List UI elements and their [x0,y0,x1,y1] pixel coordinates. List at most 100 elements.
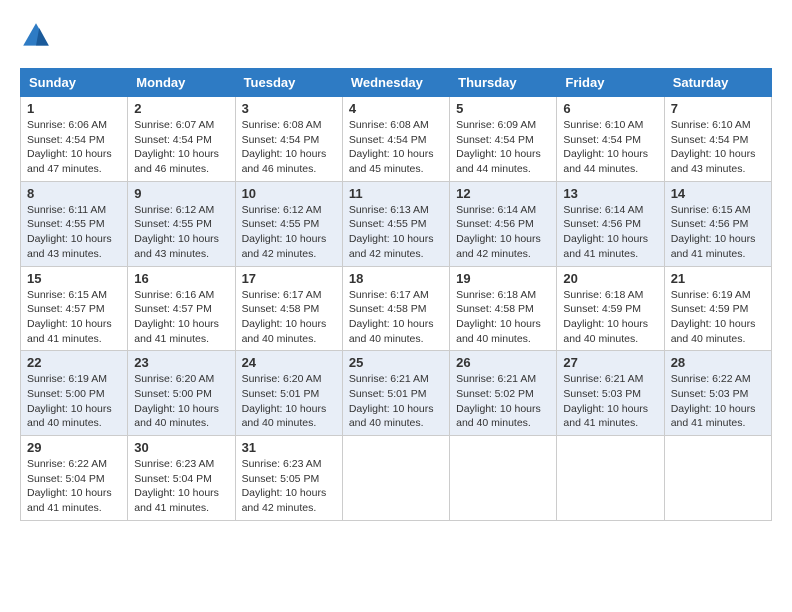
calendar-cell: 30 Sunrise: 6:23 AMSunset: 5:04 PMDaylig… [128,436,235,521]
day-number: 8 [27,186,121,201]
day-number: 10 [242,186,336,201]
calendar-week-row: 15 Sunrise: 6:15 AMSunset: 4:57 PMDaylig… [21,266,772,351]
day-info: Sunrise: 6:21 AMSunset: 5:03 PMDaylight:… [563,373,648,429]
day-number: 11 [349,186,443,201]
day-info: Sunrise: 6:15 AMSunset: 4:56 PMDaylight:… [671,204,756,260]
calendar-header-monday: Monday [128,69,235,97]
day-info: Sunrise: 6:14 AMSunset: 4:56 PMDaylight:… [563,204,648,260]
day-info: Sunrise: 6:19 AMSunset: 5:00 PMDaylight:… [27,373,112,429]
day-info: Sunrise: 6:17 AMSunset: 4:58 PMDaylight:… [242,289,327,345]
day-number: 22 [27,355,121,370]
calendar-cell: 18 Sunrise: 6:17 AMSunset: 4:58 PMDaylig… [342,266,449,351]
day-info: Sunrise: 6:06 AMSunset: 4:54 PMDaylight:… [27,119,112,175]
day-info: Sunrise: 6:08 AMSunset: 4:54 PMDaylight:… [349,119,434,175]
calendar-cell: 28 Sunrise: 6:22 AMSunset: 5:03 PMDaylig… [664,351,771,436]
calendar-cell: 8 Sunrise: 6:11 AMSunset: 4:55 PMDayligh… [21,181,128,266]
day-number: 19 [456,271,550,286]
day-info: Sunrise: 6:07 AMSunset: 4:54 PMDaylight:… [134,119,219,175]
day-info: Sunrise: 6:20 AMSunset: 5:00 PMDaylight:… [134,373,219,429]
calendar-cell: 21 Sunrise: 6:19 AMSunset: 4:59 PMDaylig… [664,266,771,351]
day-info: Sunrise: 6:10 AMSunset: 4:54 PMDaylight:… [671,119,756,175]
day-info: Sunrise: 6:23 AMSunset: 5:05 PMDaylight:… [242,458,327,514]
day-number: 7 [671,101,765,116]
day-number: 18 [349,271,443,286]
calendar-cell: 13 Sunrise: 6:14 AMSunset: 4:56 PMDaylig… [557,181,664,266]
day-info: Sunrise: 6:19 AMSunset: 4:59 PMDaylight:… [671,289,756,345]
day-number: 13 [563,186,657,201]
day-number: 2 [134,101,228,116]
day-info: Sunrise: 6:11 AMSunset: 4:55 PMDaylight:… [27,204,112,260]
calendar-cell [557,436,664,521]
page-header [20,20,772,52]
day-number: 25 [349,355,443,370]
day-number: 31 [242,440,336,455]
day-info: Sunrise: 6:10 AMSunset: 4:54 PMDaylight:… [563,119,648,175]
calendar-cell: 9 Sunrise: 6:12 AMSunset: 4:55 PMDayligh… [128,181,235,266]
calendar-week-row: 29 Sunrise: 6:22 AMSunset: 5:04 PMDaylig… [21,436,772,521]
day-info: Sunrise: 6:09 AMSunset: 4:54 PMDaylight:… [456,119,541,175]
calendar-cell: 17 Sunrise: 6:17 AMSunset: 4:58 PMDaylig… [235,266,342,351]
day-number: 30 [134,440,228,455]
day-number: 17 [242,271,336,286]
calendar-header-row: SundayMondayTuesdayWednesdayThursdayFrid… [21,69,772,97]
calendar-cell: 4 Sunrise: 6:08 AMSunset: 4:54 PMDayligh… [342,97,449,182]
calendar-cell [342,436,449,521]
calendar-cell: 2 Sunrise: 6:07 AMSunset: 4:54 PMDayligh… [128,97,235,182]
calendar-cell: 3 Sunrise: 6:08 AMSunset: 4:54 PMDayligh… [235,97,342,182]
day-number: 20 [563,271,657,286]
day-info: Sunrise: 6:17 AMSunset: 4:58 PMDaylight:… [349,289,434,345]
day-info: Sunrise: 6:18 AMSunset: 4:59 PMDaylight:… [563,289,648,345]
day-info: Sunrise: 6:12 AMSunset: 4:55 PMDaylight:… [242,204,327,260]
calendar-cell: 22 Sunrise: 6:19 AMSunset: 5:00 PMDaylig… [21,351,128,436]
calendar-header-saturday: Saturday [664,69,771,97]
calendar-cell: 25 Sunrise: 6:21 AMSunset: 5:01 PMDaylig… [342,351,449,436]
day-info: Sunrise: 6:21 AMSunset: 5:01 PMDaylight:… [349,373,434,429]
day-info: Sunrise: 6:16 AMSunset: 4:57 PMDaylight:… [134,289,219,345]
calendar-cell: 14 Sunrise: 6:15 AMSunset: 4:56 PMDaylig… [664,181,771,266]
calendar-cell: 24 Sunrise: 6:20 AMSunset: 5:01 PMDaylig… [235,351,342,436]
day-number: 5 [456,101,550,116]
calendar-cell: 26 Sunrise: 6:21 AMSunset: 5:02 PMDaylig… [450,351,557,436]
calendar-cell: 7 Sunrise: 6:10 AMSunset: 4:54 PMDayligh… [664,97,771,182]
calendar-cell: 10 Sunrise: 6:12 AMSunset: 4:55 PMDaylig… [235,181,342,266]
day-number: 24 [242,355,336,370]
calendar-header-sunday: Sunday [21,69,128,97]
calendar-cell: 12 Sunrise: 6:14 AMSunset: 4:56 PMDaylig… [450,181,557,266]
calendar-header-wednesday: Wednesday [342,69,449,97]
logo [20,20,58,52]
calendar-cell: 15 Sunrise: 6:15 AMSunset: 4:57 PMDaylig… [21,266,128,351]
day-info: Sunrise: 6:15 AMSunset: 4:57 PMDaylight:… [27,289,112,345]
calendar-cell: 6 Sunrise: 6:10 AMSunset: 4:54 PMDayligh… [557,97,664,182]
day-info: Sunrise: 6:18 AMSunset: 4:58 PMDaylight:… [456,289,541,345]
day-number: 29 [27,440,121,455]
day-info: Sunrise: 6:23 AMSunset: 5:04 PMDaylight:… [134,458,219,514]
calendar-header-friday: Friday [557,69,664,97]
day-info: Sunrise: 6:08 AMSunset: 4:54 PMDaylight:… [242,119,327,175]
day-info: Sunrise: 6:21 AMSunset: 5:02 PMDaylight:… [456,373,541,429]
logo-icon [20,20,52,52]
calendar-cell: 1 Sunrise: 6:06 AMSunset: 4:54 PMDayligh… [21,97,128,182]
calendar-cell [664,436,771,521]
day-number: 15 [27,271,121,286]
day-info: Sunrise: 6:20 AMSunset: 5:01 PMDaylight:… [242,373,327,429]
calendar-cell: 16 Sunrise: 6:16 AMSunset: 4:57 PMDaylig… [128,266,235,351]
calendar-week-row: 1 Sunrise: 6:06 AMSunset: 4:54 PMDayligh… [21,97,772,182]
day-number: 21 [671,271,765,286]
day-number: 9 [134,186,228,201]
day-info: Sunrise: 6:22 AMSunset: 5:04 PMDaylight:… [27,458,112,514]
calendar-header-thursday: Thursday [450,69,557,97]
calendar-cell: 31 Sunrise: 6:23 AMSunset: 5:05 PMDaylig… [235,436,342,521]
calendar-cell [450,436,557,521]
day-number: 6 [563,101,657,116]
calendar-cell: 20 Sunrise: 6:18 AMSunset: 4:59 PMDaylig… [557,266,664,351]
day-number: 26 [456,355,550,370]
calendar-cell: 27 Sunrise: 6:21 AMSunset: 5:03 PMDaylig… [557,351,664,436]
day-number: 1 [27,101,121,116]
day-number: 3 [242,101,336,116]
day-number: 12 [456,186,550,201]
calendar-header-tuesday: Tuesday [235,69,342,97]
calendar-cell: 19 Sunrise: 6:18 AMSunset: 4:58 PMDaylig… [450,266,557,351]
calendar-cell: 5 Sunrise: 6:09 AMSunset: 4:54 PMDayligh… [450,97,557,182]
day-number: 27 [563,355,657,370]
day-info: Sunrise: 6:22 AMSunset: 5:03 PMDaylight:… [671,373,756,429]
